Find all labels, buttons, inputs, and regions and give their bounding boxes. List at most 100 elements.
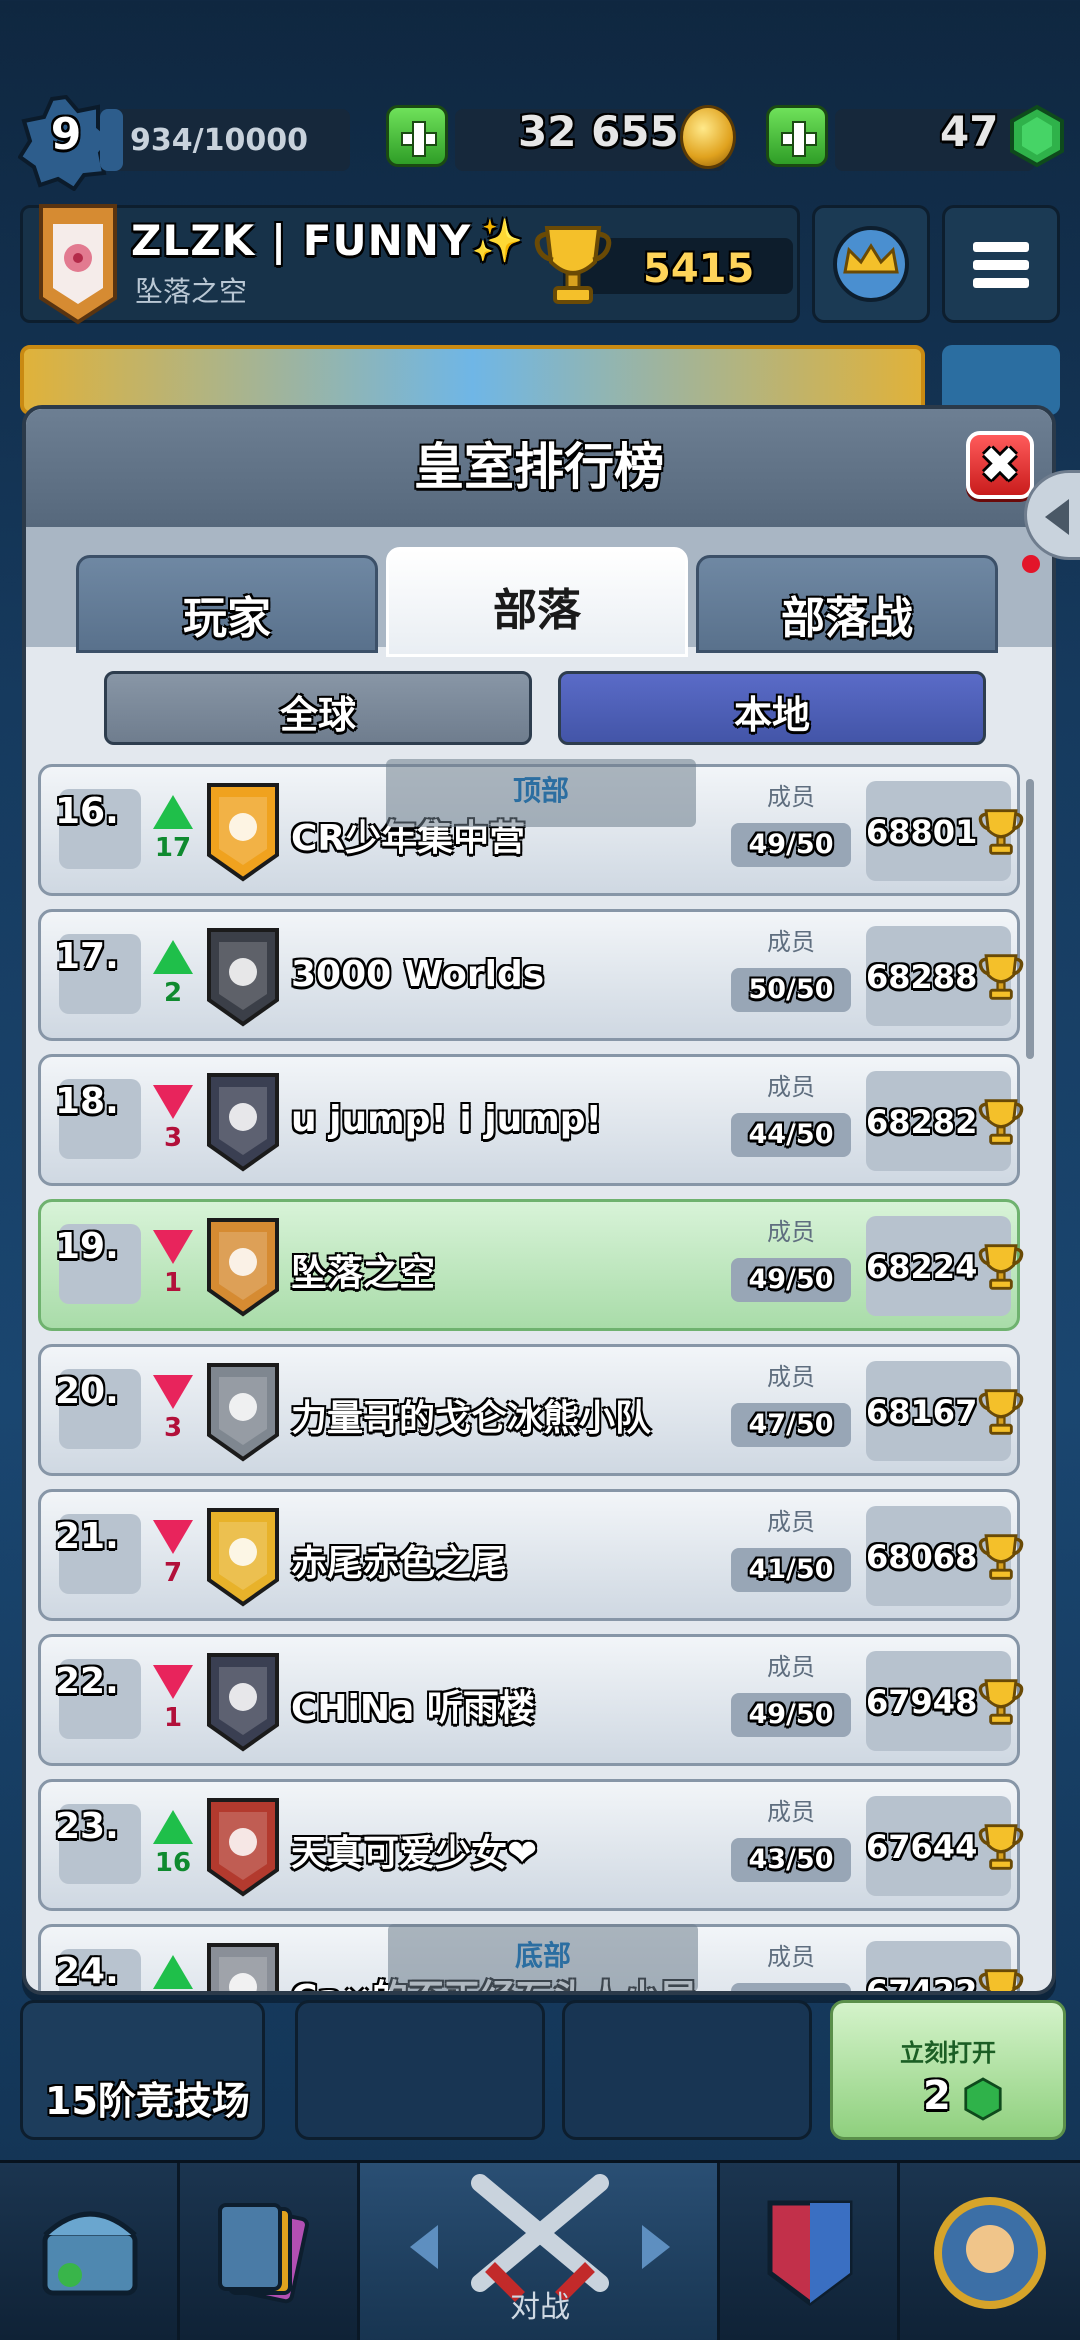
add-gold-button[interactable] (386, 105, 448, 167)
rank-trend: 16 (153, 1810, 193, 1890)
trophy-icon (978, 809, 1024, 855)
clan-rank: 18. (55, 1081, 119, 1122)
clan-badge-flower-icon (207, 1653, 279, 1752)
trophy-icon (978, 1099, 1024, 1145)
jump-to-top-button[interactable]: 顶部 (386, 759, 696, 827)
battle-label: 对战 (510, 2290, 570, 2325)
gold-coin-icon (680, 105, 736, 169)
members-count: 47/50 (748, 1409, 834, 1440)
clan-badge-icon (39, 204, 117, 325)
clan-name: 3000 Worlds (291, 954, 545, 995)
chest-slot-2[interactable] (562, 2000, 812, 2140)
nav-left-arrow-icon[interactable] (410, 2225, 438, 2269)
trophy-icon (978, 1534, 1024, 1580)
clan-rank: 16. (55, 791, 119, 832)
clan-rank: 20. (55, 1371, 119, 1412)
tab-players[interactable]: 玩家 (76, 555, 378, 653)
rank-trend: 17 (153, 795, 193, 875)
clan-row[interactable]: 21. 7 赤尾赤色之尾 成员 41/50 68068 (38, 1489, 1024, 1621)
trophy-icon (978, 1679, 1024, 1725)
members-count: 50/50 (748, 974, 834, 1005)
clan-row[interactable]: 23. 16 天真可爱少女❤ 成员 43/50 67644 (38, 1779, 1024, 1911)
league-button[interactable] (812, 205, 930, 323)
trend-change: 2 (163, 978, 183, 1008)
clan-rank: 22. (55, 1661, 119, 1702)
clan-badge-heart-icon (207, 1798, 279, 1897)
members-label: 成员 (767, 1653, 815, 1681)
score-box: 68282 (866, 1071, 1024, 1171)
top-label: 顶部 (512, 774, 569, 807)
clan-trophies: 68282 (866, 1103, 978, 1141)
add-gems-button[interactable] (766, 105, 828, 167)
clan-name: 坠落之空 (291, 1253, 436, 1294)
xp-text: 934/10000 (130, 123, 308, 158)
clan-trophies: 68167 (866, 1393, 978, 1431)
trend-change: 7 (163, 1558, 183, 1588)
clan-name: CHiNa 听雨楼 (291, 1688, 535, 1729)
trophy-icon (978, 1244, 1024, 1290)
clan-name: 力量哥的戈仑冰熊小队 (291, 1398, 652, 1439)
player-name: ZLZK | FUNNY✨ (131, 216, 525, 266)
score-box: 68167 (866, 1361, 1024, 1461)
modal-title: 皇室排行榜 (414, 438, 664, 496)
rank-trend: 1 (153, 1665, 193, 1745)
top-status-bar: 9 934/10000 32 655 47 (0, 95, 1080, 191)
clan-trophies: 68068 (866, 1538, 978, 1576)
trophy-icon (978, 1824, 1024, 1870)
arena-label: 15阶竞技场 (45, 2079, 250, 2123)
members-label: 成员 (767, 783, 815, 811)
trend-down-icon (153, 1665, 193, 1699)
chest-open-now[interactable]: 立刻打开 2 (830, 2000, 1066, 2140)
clan-row[interactable]: 22. 1 CHiNa 听雨楼 成员 49/50 67948 (38, 1634, 1024, 1766)
scrollbar[interactable] (1026, 779, 1034, 1059)
trend-change: 3 (163, 1413, 183, 1443)
trend-change: 16 (154, 1848, 192, 1878)
bottom-label: 底部 (514, 1939, 571, 1972)
members-box: 41/50 (731, 1548, 851, 1592)
clan-list[interactable]: 16. 17 CR少年集中营 成员 49/50 68801 17. 2 3000… (38, 764, 1038, 1994)
rank-trend: 7 (153, 1520, 193, 1600)
clan-trophies: 67422 (866, 1973, 978, 1994)
score-box: 67948 (866, 1651, 1024, 1751)
trend-change: 1 (163, 1703, 183, 1733)
trend-up-icon (153, 1810, 193, 1844)
clan-row[interactable]: 19. 1 坠落之空 成员 49/50 68224 (38, 1199, 1024, 1331)
clan-badge-king-icon (207, 1363, 279, 1462)
chest-slot-1[interactable] (295, 2000, 545, 2140)
trend-up-icon (153, 795, 193, 829)
global-scope-button[interactable]: 全球 (104, 671, 532, 745)
player-profile[interactable]: ZLZK | FUNNY✨ 坠落之空 5415 (20, 204, 800, 325)
trophy-icon (978, 1389, 1024, 1435)
trend-change: 3 (163, 1123, 183, 1153)
chevron-left-icon (1045, 499, 1069, 535)
tab-clan-wars[interactable]: 部落战 (696, 555, 998, 653)
clan-trophies: 68224 (866, 1248, 978, 1286)
members-count: 49/50 (748, 1264, 834, 1295)
menu-button[interactable] (942, 205, 1060, 323)
menu-icon (973, 242, 1029, 288)
local-scope-button[interactable]: 本地 (558, 671, 986, 745)
members-box: 50/50 (731, 968, 851, 1012)
player-name-text: ZLZK | FUNNY (131, 216, 472, 265)
close-button[interactable]: ✖ (966, 431, 1034, 499)
rank-trend: 3 (153, 1085, 193, 1165)
members-label: 成员 (767, 928, 815, 956)
jump-to-bottom-button[interactable]: 底部 (388, 1924, 698, 1991)
player-clan-name: 坠落之空 (135, 275, 248, 308)
members-box: 49/50 (731, 1693, 851, 1737)
clan-row[interactable]: 20. 3 力量哥的戈仑冰熊小队 成员 47/50 68167 (38, 1344, 1024, 1476)
tab-clans[interactable]: 部落 (386, 547, 688, 657)
trophy-icon (978, 954, 1024, 1000)
nav-right-arrow-icon[interactable] (642, 2225, 670, 2269)
gem-icon (1010, 105, 1064, 167)
trophy-count: 5415 (643, 246, 755, 292)
trend-change: 1 (163, 1268, 183, 1298)
notification-dot (1022, 555, 1040, 573)
clan-badge-crown-icon (207, 1073, 279, 1172)
members-label: 成员 (767, 1363, 815, 1391)
clan-row[interactable]: 17. 2 3000 Worlds 成员 50/50 68288 (38, 909, 1024, 1041)
clan-row[interactable]: 18. 3 u jump! i jump! 成员 44/50 68282 (38, 1054, 1024, 1186)
leaderboard-modal: 皇室排行榜 ✖ 玩家 部落 部落战 全球 本地 16. 17 CR少年集中营 成… (22, 405, 1056, 1995)
clan-badge-chess-icon (207, 1943, 279, 1991)
open-now-label: 立刻打开 (900, 2039, 996, 2067)
